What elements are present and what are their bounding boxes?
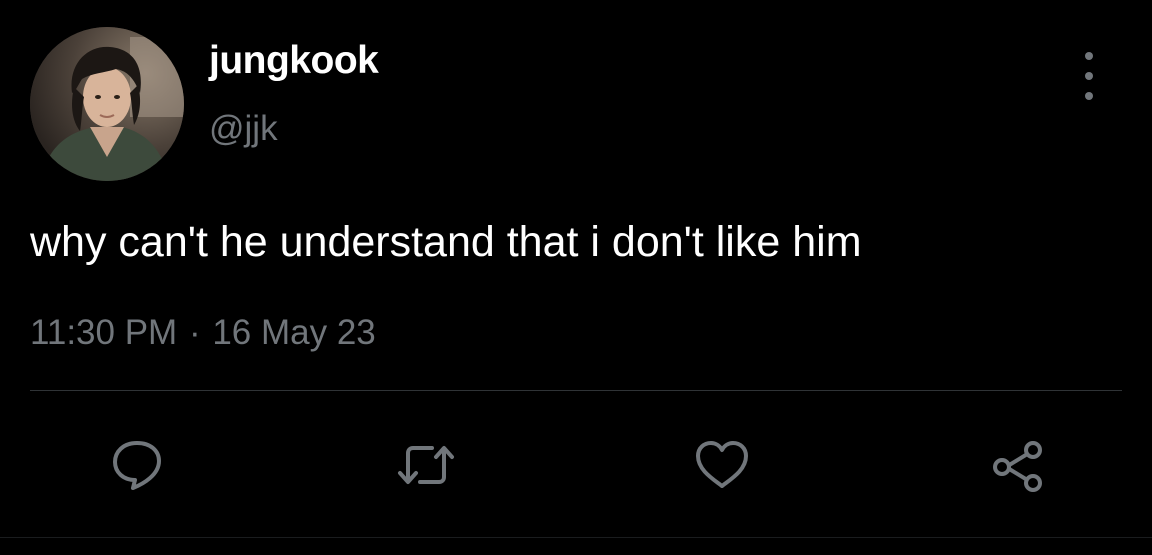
tweet-card: jungkook @jjk why can't he understand th… [0,0,1152,555]
tweet-timestamp[interactable]: 11:30 PM · 16 May 23 [30,312,376,354]
comment-bubble-icon [113,441,161,490]
timestamp-separator: · [188,313,201,352]
tweet-date: 16 May 23 [212,313,376,352]
user-handle[interactable]: @jjk [209,108,278,150]
tweet-time: 11:30 PM [30,313,178,352]
display-name[interactable]: jungkook [209,38,379,84]
retweet-arrows-icon [398,446,454,484]
share-button[interactable] [985,432,1051,498]
vertical-ellipsis-icon [1085,52,1093,60]
divider [30,390,1122,391]
heart-icon [696,441,748,488]
more-options-button[interactable] [1072,52,1106,100]
tweet-text: why can't he understand that i don't lik… [30,218,862,266]
vertical-ellipsis-icon [1085,92,1093,100]
profile-photo [30,27,184,181]
share-nodes-icon [993,441,1042,492]
like-button[interactable] [689,432,755,498]
retweet-button[interactable] [393,432,459,498]
reply-button[interactable] [104,432,170,498]
bottom-divider [0,537,1152,538]
avatar[interactable] [30,27,184,181]
vertical-ellipsis-icon [1085,72,1093,80]
